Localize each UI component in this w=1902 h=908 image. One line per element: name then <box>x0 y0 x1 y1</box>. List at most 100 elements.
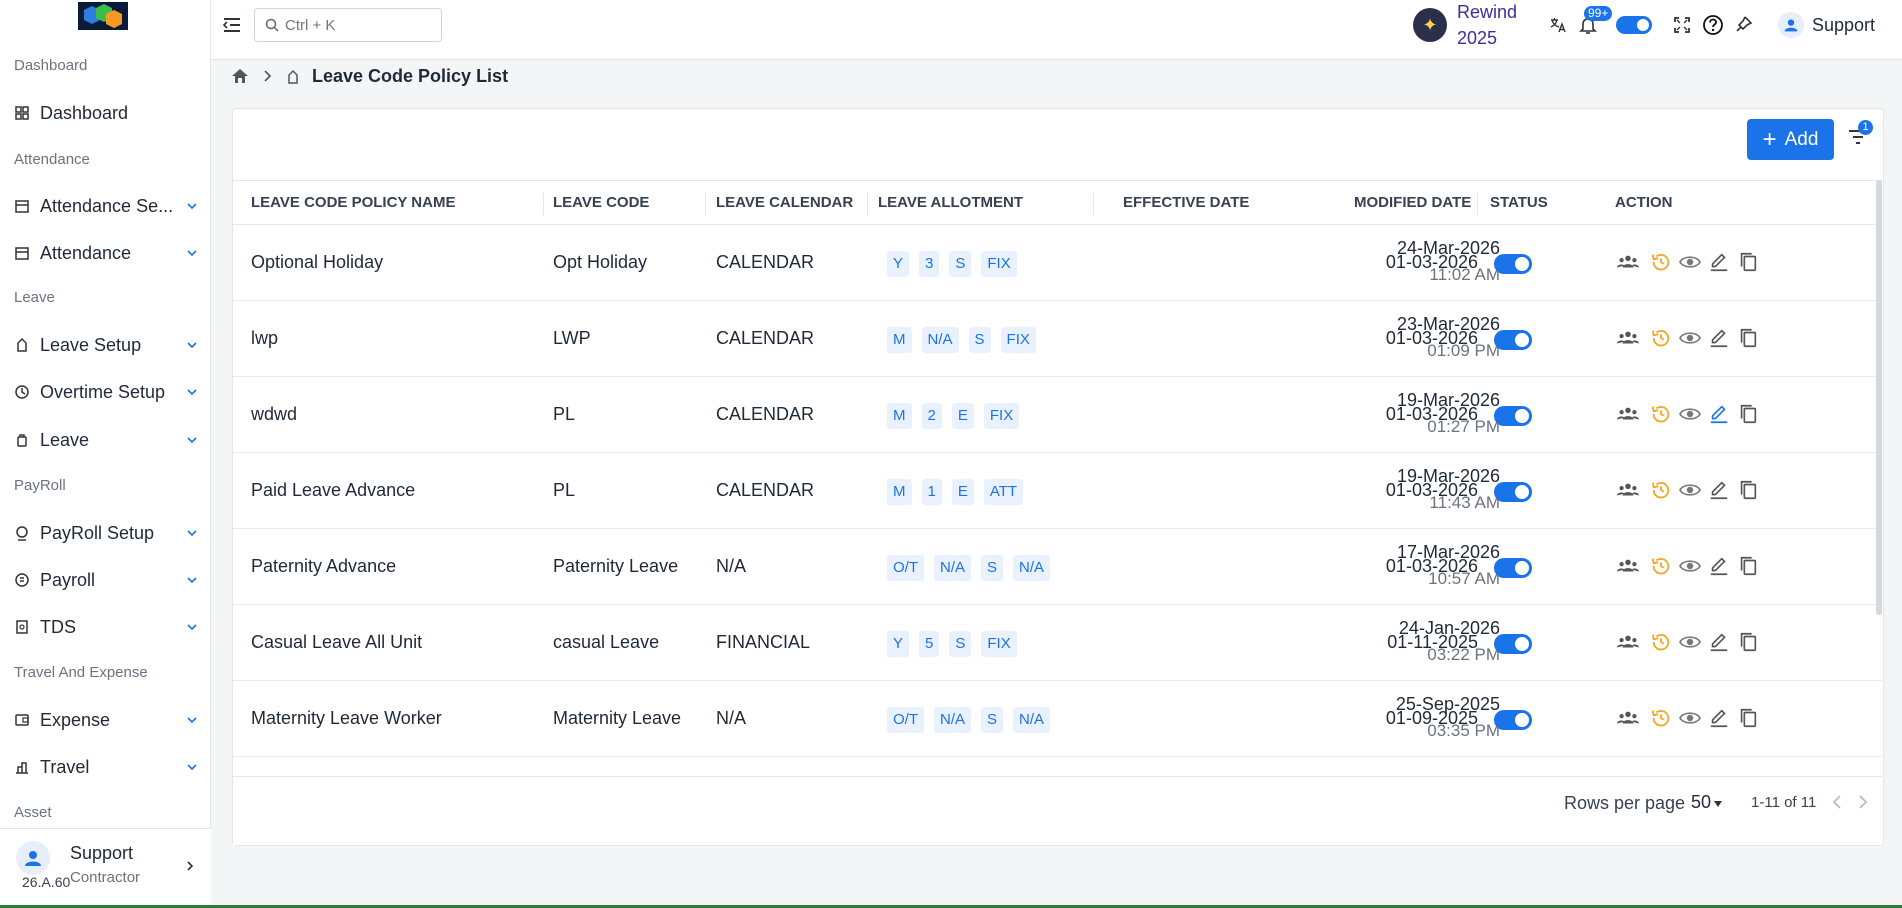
sidebar-item-dashboard[interactable]: Dashboard <box>14 97 199 129</box>
edit-icon[interactable] <box>1708 555 1730 577</box>
sidebar-item-tds[interactable]: TDS <box>14 611 199 643</box>
modified-date: 24-Jan-2026 <box>1398 618 1500 638</box>
header-leave-calendar[interactable]: LEAVE CALENDAR <box>716 194 853 211</box>
table-row[interactable]: Optional Holiday Opt Holiday CALENDAR Y … <box>233 225 1882 301</box>
fullscreen-icon[interactable] <box>1671 14 1693 36</box>
search-input[interactable] <box>285 16 435 34</box>
edit-icon[interactable] <box>1708 631 1730 653</box>
chevron-down-icon <box>187 577 197 584</box>
sidebar-item-attendance-setup[interactable]: Attendance Se... <box>14 190 199 222</box>
section-leave: Leave <box>14 289 55 306</box>
topbar-user-menu[interactable]: Support <box>1778 12 1875 38</box>
table-row[interactable]: Paternity Advance Paternity Leave N/A O/… <box>233 529 1882 605</box>
assign-users-icon[interactable] <box>1613 631 1643 653</box>
edit-icon[interactable] <box>1708 707 1730 729</box>
history-icon[interactable] <box>1650 555 1672 577</box>
copy-icon[interactable] <box>1737 707 1759 729</box>
status-toggle[interactable] <box>1494 254 1532 274</box>
add-button[interactable]: + Add <box>1747 119 1834 160</box>
assign-users-icon[interactable] <box>1613 327 1643 349</box>
caret-down-icon[interactable] <box>1713 799 1723 809</box>
header-action[interactable]: ACTION <box>1615 194 1673 211</box>
view-icon[interactable] <box>1679 403 1701 425</box>
view-icon[interactable] <box>1679 631 1701 653</box>
status-toggle[interactable] <box>1494 558 1532 578</box>
assign-users-icon[interactable] <box>1613 707 1643 729</box>
sidebar-item-leave[interactable]: Leave <box>14 424 199 456</box>
header-leave-code[interactable]: LEAVE CODE <box>553 194 649 211</box>
sidebar-user-card[interactable]: Support Contractor 26.A.60 <box>0 828 211 908</box>
pin-icon[interactable] <box>1732 14 1754 36</box>
edit-icon[interactable] <box>1708 403 1730 425</box>
status-toggle[interactable] <box>1494 330 1532 350</box>
history-icon[interactable] <box>1650 479 1672 501</box>
view-icon[interactable] <box>1679 555 1701 577</box>
sidebar-item-payroll-setup[interactable]: PayRoll Setup <box>14 517 199 549</box>
table-row[interactable]: Maternity Leave Worker Maternity Leave N… <box>233 681 1882 757</box>
status-toggle[interactable] <box>1494 710 1532 730</box>
copy-icon[interactable] <box>1737 631 1759 653</box>
table-scrollbar[interactable] <box>1876 180 1882 615</box>
status-toggle[interactable] <box>1494 406 1532 426</box>
copy-icon[interactable] <box>1737 479 1759 501</box>
sidebar-item-label: PayRoll Setup <box>40 522 155 543</box>
allotment-chip: 3 <box>919 251 940 277</box>
view-icon[interactable] <box>1679 479 1701 501</box>
expense-icon <box>15 714 29 726</box>
history-icon[interactable] <box>1650 631 1672 653</box>
filter-count-badge: 1 <box>1858 120 1873 135</box>
menu-toggle-icon[interactable] <box>222 16 242 34</box>
header-status[interactable]: STATUS <box>1490 194 1548 211</box>
sidebar-item-payroll[interactable]: Payroll <box>14 564 199 596</box>
history-icon[interactable] <box>1650 707 1672 729</box>
sidebar-item-attendance[interactable]: Attendance <box>14 237 199 269</box>
sidebar-item-overtime-setup[interactable]: Overtime Setup <box>14 376 199 408</box>
table-row[interactable]: Casual Leave All Unit casual Leave FINAN… <box>233 605 1882 681</box>
view-icon[interactable] <box>1679 707 1701 729</box>
copy-icon[interactable] <box>1737 555 1759 577</box>
sidebar-item-expense[interactable]: Expense <box>14 704 199 736</box>
plus-icon: + <box>1762 125 1777 153</box>
search-box[interactable] <box>254 8 442 42</box>
assign-users-icon[interactable] <box>1613 555 1643 577</box>
copy-icon[interactable] <box>1737 403 1759 425</box>
rows-per-page-select[interactable]: 50 <box>1691 792 1711 813</box>
copy-icon[interactable] <box>1737 327 1759 349</box>
assign-users-icon[interactable] <box>1613 479 1643 501</box>
view-icon[interactable] <box>1679 251 1701 273</box>
theme-toggle[interactable] <box>1616 16 1652 34</box>
view-icon[interactable] <box>1679 327 1701 349</box>
history-icon[interactable] <box>1650 403 1672 425</box>
header-leave-allotment[interactable]: LEAVE ALLOTMENT <box>878 194 1023 211</box>
previous-page-icon[interactable] <box>1829 793 1847 811</box>
table-row[interactable]: Paid Leave Advance PL CALENDAR M 1 E ATT… <box>233 453 1882 529</box>
history-icon[interactable] <box>1650 327 1672 349</box>
edit-icon[interactable] <box>1708 479 1730 501</box>
header-effective-date[interactable]: EFFECTIVE DATE <box>1123 194 1249 211</box>
app-version: 26.A.60 <box>22 874 71 890</box>
status-toggle[interactable] <box>1494 482 1532 502</box>
header-modified-date[interactable]: MODIFIED DATE <box>1354 194 1471 211</box>
table-row[interactable]: wdwd PL CALENDAR M 2 E FIX 01-03-2026 19… <box>233 377 1882 453</box>
history-icon[interactable] <box>1650 251 1672 273</box>
table-row[interactable]: lwp LWP CALENDAR M N/A S FIX 01-03-2026 … <box>233 301 1882 377</box>
translate-icon[interactable] <box>1547 14 1569 36</box>
help-icon[interactable] <box>1702 14 1724 36</box>
header-policy-name[interactable]: LEAVE CODE POLICY NAME <box>251 194 455 211</box>
home-icon[interactable] <box>230 67 250 85</box>
edit-icon[interactable] <box>1708 251 1730 273</box>
status-toggle[interactable] <box>1494 634 1532 654</box>
copy-icon[interactable] <box>1737 251 1759 273</box>
rewind-2025-link[interactable]: ✦ Rewind 2025 <box>1413 0 1517 50</box>
sidebar-item-travel[interactable]: Travel <box>14 751 199 783</box>
edit-icon[interactable] <box>1708 327 1730 349</box>
allotment-chip: E <box>951 403 974 429</box>
assign-users-icon[interactable] <box>1613 251 1643 273</box>
allotment-chip: 2 <box>921 403 942 429</box>
sidebar: Dashboard Dashboard Attendance Attendanc… <box>0 0 211 908</box>
sidebar-item-leave-setup[interactable]: Leave Setup <box>14 329 199 361</box>
next-page-icon[interactable] <box>1853 793 1871 811</box>
assign-users-icon[interactable] <box>1613 403 1643 425</box>
add-button-label: Add <box>1784 128 1819 150</box>
cell-modified-date: 25-Sep-2025 03:35 PM <box>1396 694 1500 741</box>
